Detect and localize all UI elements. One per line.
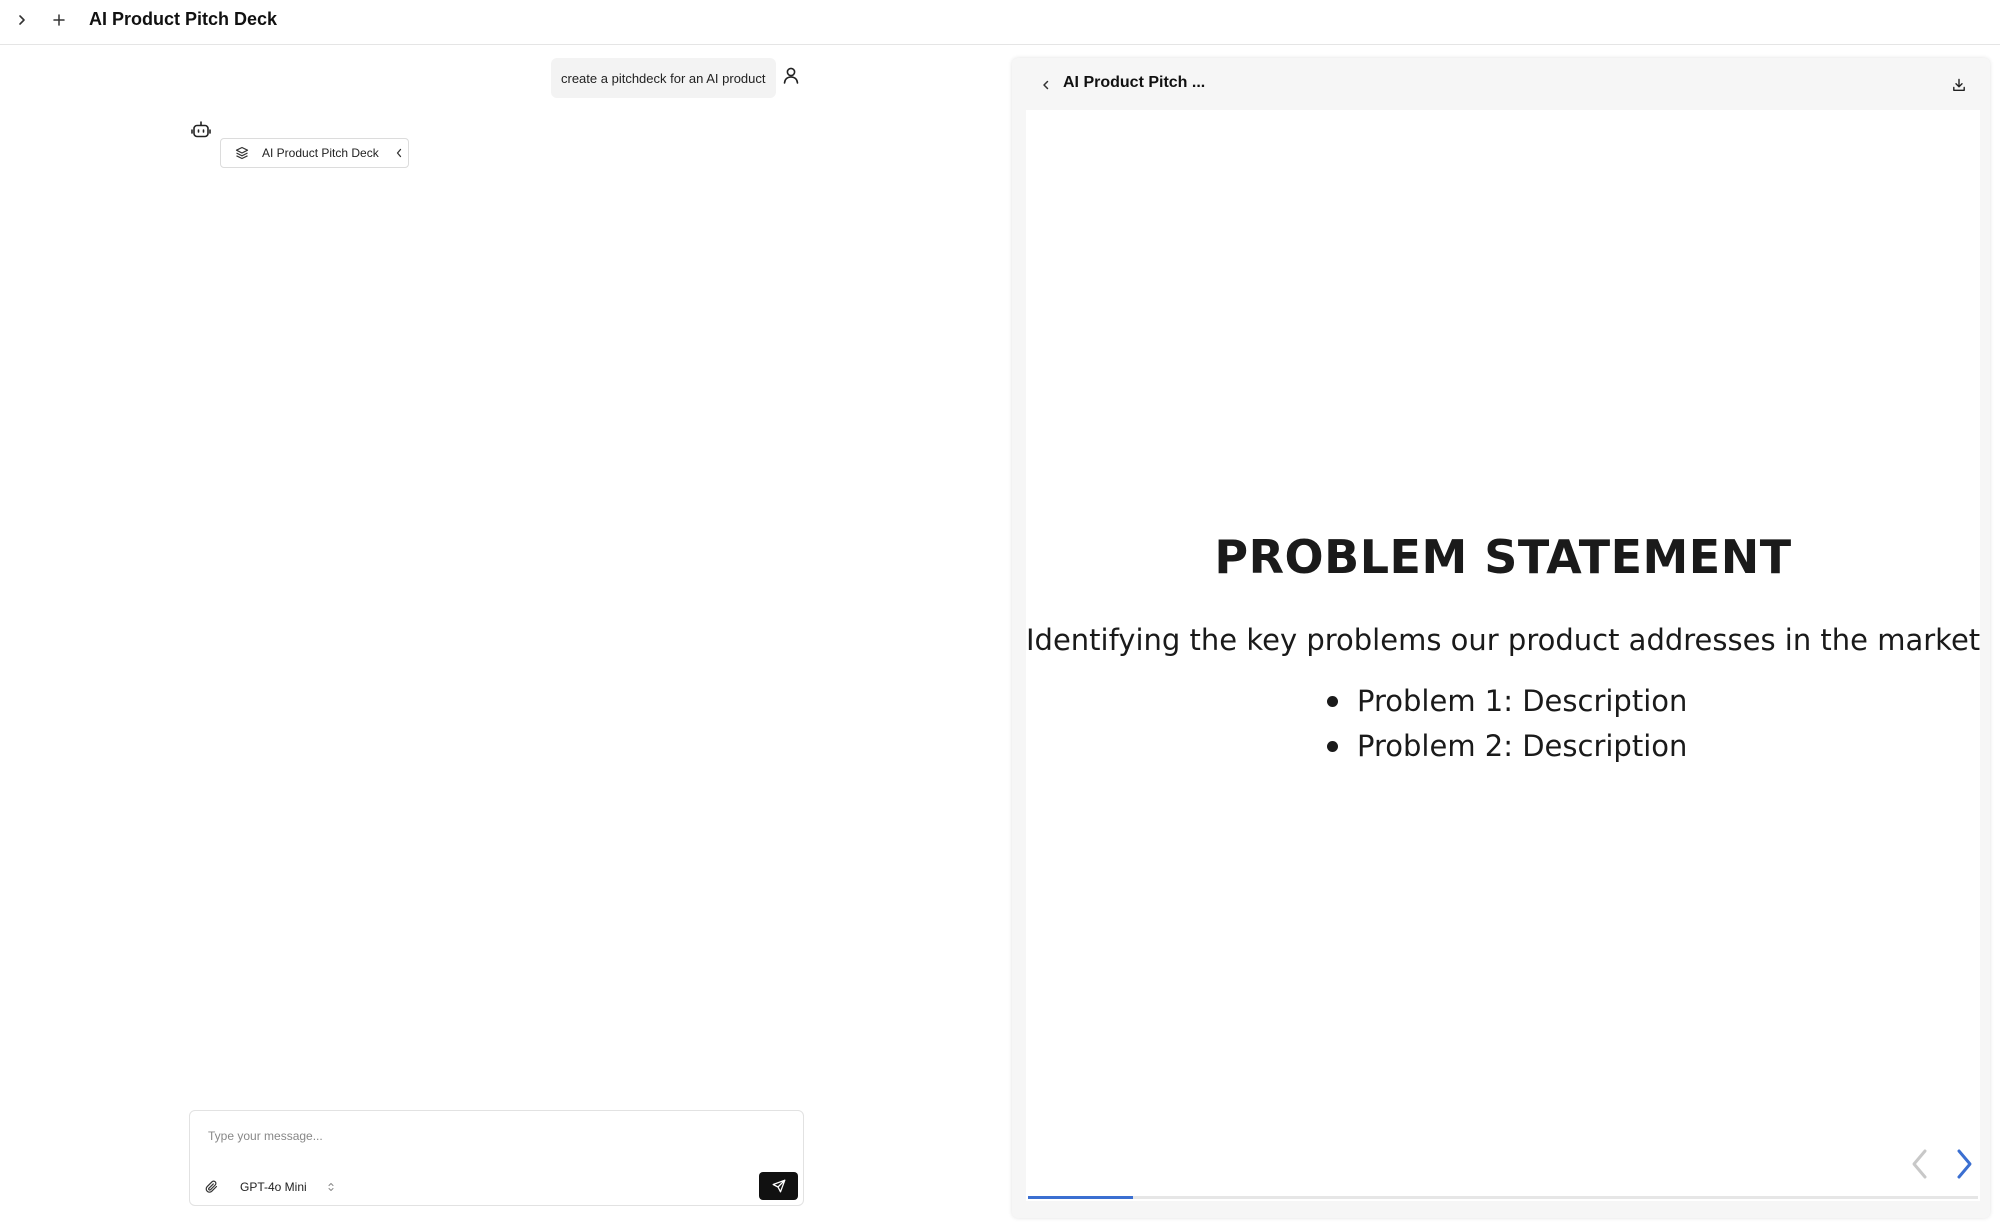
slide-progress-fill — [1028, 1196, 1133, 1199]
download-button[interactable] — [1948, 74, 1970, 96]
chevron-up-down-icon — [327, 1181, 335, 1193]
previous-slide-button[interactable] — [1907, 1146, 1933, 1182]
chevron-left-icon — [1912, 1149, 1927, 1179]
send-icon — [772, 1179, 785, 1193]
slide-bullet-text: Problem 2: Description — [1357, 729, 1688, 763]
paperclip-icon — [205, 1180, 218, 1193]
slide-bullet: Problem 1: Description — [1327, 679, 1687, 724]
artifact-chip[interactable]: AI Product Pitch Deck — [220, 138, 409, 168]
artifact-panel: AI Product Pitch ... PROBLEM STATEMENT I… — [1012, 58, 1990, 1218]
page-title: AI Product Pitch Deck — [89, 9, 278, 29]
model-selector[interactable]: GPT-4o Mini — [240, 1178, 335, 1196]
next-slide-button[interactable] — [1951, 1146, 1977, 1182]
chevron-right-icon — [1957, 1149, 1972, 1179]
slide-bullet-list: Problem 1: Description Problem 2: Descri… — [1327, 679, 1687, 769]
slide-subheading: Identifying the key problems our product… — [1026, 623, 1980, 657]
slide-progress-bar — [1028, 1196, 1978, 1199]
user-avatar — [780, 64, 802, 86]
artifact-chip-label: AI Product Pitch Deck — [262, 146, 379, 160]
bullet-dot — [1327, 696, 1338, 707]
user-message: create a pitchdeck for an AI product — [551, 58, 776, 98]
expand-sidebar-button[interactable] — [12, 10, 32, 30]
chevron-right-icon — [19, 15, 25, 25]
chevron-left-icon — [1043, 80, 1049, 90]
model-selector-label: GPT-4o Mini — [240, 1180, 307, 1194]
user-icon — [783, 67, 799, 84]
top-bar: AI Product Pitch Deck — [0, 0, 2000, 45]
slide: PROBLEM STATEMENT Identifying the key pr… — [1026, 110, 1980, 1201]
artifact-title: AI Product Pitch ... — [1063, 74, 1206, 91]
back-button[interactable] — [1036, 75, 1056, 95]
download-icon — [1953, 78, 1965, 91]
slide-heading: PROBLEM STATEMENT — [1214, 530, 1792, 584]
message-input[interactable] — [208, 1129, 768, 1143]
new-chat-button[interactable] — [49, 10, 69, 30]
message-composer: GPT-4o Mini — [189, 1110, 804, 1206]
bot-avatar — [189, 119, 213, 141]
attach-button[interactable] — [203, 1178, 221, 1196]
bot-icon — [191, 121, 211, 138]
plus-icon — [53, 14, 65, 26]
send-button[interactable] — [759, 1172, 798, 1200]
slide-bullet-text: Problem 1: Description — [1357, 684, 1688, 718]
slide-bullet: Problem 2: Description — [1327, 724, 1687, 769]
layers-icon — [234, 145, 250, 161]
chevron-left-icon — [393, 147, 405, 159]
bullet-dot — [1327, 741, 1338, 752]
